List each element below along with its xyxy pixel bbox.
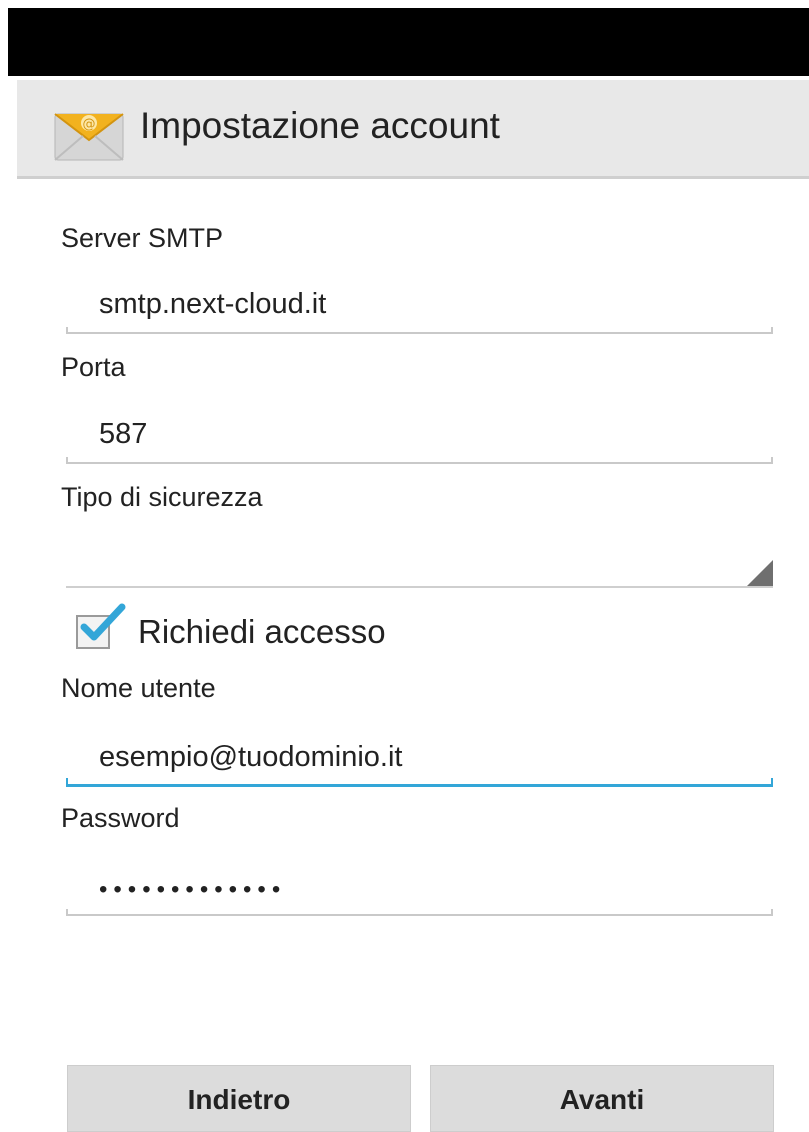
require-login-label: Richiedi accesso (138, 613, 386, 650)
smtp-server-value: smtp.next-cloud.it (99, 288, 327, 320)
security-type-label: Tipo di sicurezza (61, 482, 263, 512)
port-underline (66, 457, 773, 464)
username-label: Nome utente (61, 673, 216, 703)
password-underline (66, 909, 773, 916)
password-label: Password (61, 803, 180, 833)
port-label: Porta (61, 352, 126, 382)
password-field[interactable]: ••••••••••••• (66, 858, 773, 916)
port-field[interactable]: 587 (66, 406, 773, 464)
port-value: 587 (99, 418, 148, 450)
dropdown-arrow-icon (747, 560, 773, 586)
back-button[interactable]: Indietro (67, 1065, 411, 1132)
page-title: Impostazione account (140, 105, 500, 146)
next-button[interactable]: Avanti (430, 1065, 774, 1132)
account-setup-screen: @ Impostazione account Server SMTP smtp.… (0, 0, 809, 1132)
status-bar (8, 8, 809, 76)
username-underline (66, 778, 773, 787)
password-value: ••••••••••••• (99, 876, 287, 903)
email-app-icon[interactable]: @ (53, 104, 125, 164)
smtp-server-label: Server SMTP (61, 223, 224, 253)
action-bar: @ Impostazione account (17, 80, 809, 179)
security-type-underline (66, 586, 773, 588)
username-value: esempio@tuodominio.it (99, 741, 403, 773)
smtp-server-underline (66, 327, 773, 334)
username-field[interactable]: esempio@tuodominio.it (66, 729, 773, 787)
checkmark-icon (80, 601, 128, 645)
svg-text:@: @ (83, 117, 96, 132)
security-type-dropdown[interactable] (66, 532, 773, 588)
smtp-server-field[interactable]: smtp.next-cloud.it (66, 276, 773, 334)
